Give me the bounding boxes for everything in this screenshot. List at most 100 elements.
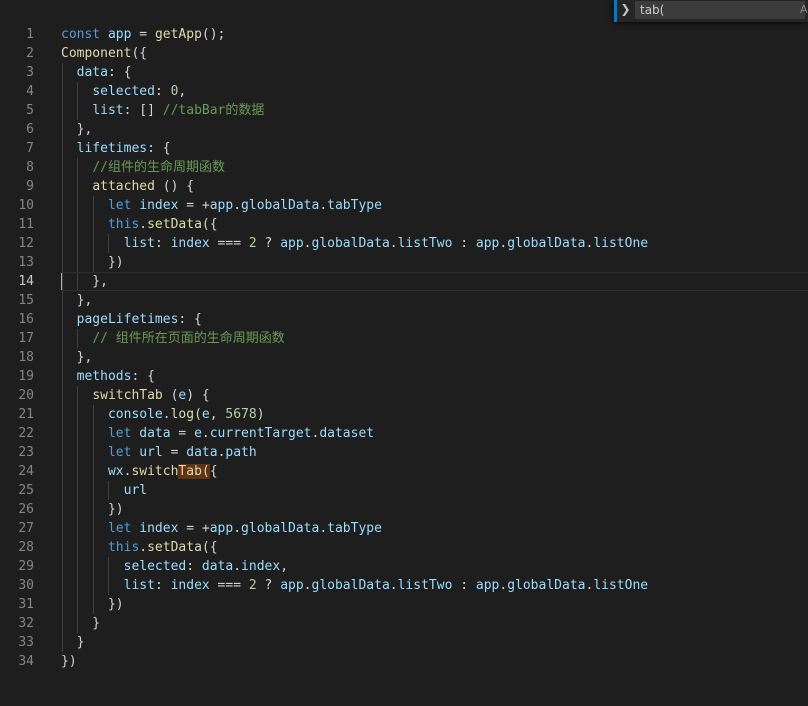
chevron-right-icon[interactable]: ❯ <box>614 0 634 22</box>
code-line[interactable]: }) <box>61 500 808 519</box>
code-token: dataset <box>319 426 375 441</box>
code-token: . <box>139 540 148 555</box>
line-number: 15 <box>18 293 34 308</box>
code-token: index <box>139 521 179 536</box>
code-line[interactable]: this.setData({ <box>61 215 808 234</box>
code-line[interactable]: switchTab (e) { <box>61 386 808 405</box>
code-token: list <box>92 103 124 118</box>
code-token: . <box>233 559 242 574</box>
code-line[interactable]: //组件的生命周期函数 <box>61 158 808 177</box>
code-token: app <box>475 236 500 251</box>
code-token: pageLifetimes <box>76 312 179 327</box>
code-line[interactable]: list: [] //tabBar的数据 <box>61 101 808 120</box>
code-line[interactable]: pageLifetimes: { <box>61 310 808 329</box>
code-line[interactable]: Component({ <box>61 44 808 63</box>
code-token: , <box>209 407 226 422</box>
code-line[interactable]: lifetimes: { <box>61 139 808 158</box>
code-line[interactable]: data: { <box>61 63 808 82</box>
code-line[interactable]: let index = +app.globalData.tabType <box>61 519 808 538</box>
code-text: this.setData({ <box>61 540 218 555</box>
code-line[interactable]: }, <box>61 348 808 367</box>
code-token: === <box>209 236 249 251</box>
code-line[interactable]: }, <box>61 272 808 291</box>
code-token: = + <box>178 521 210 536</box>
code-line[interactable]: let url = data.path <box>61 443 808 462</box>
code-token: path <box>225 445 257 460</box>
code-token: e <box>194 426 202 441</box>
code-line[interactable]: list: index === 2 ? app.globalData.listT… <box>61 576 808 595</box>
line-number: 18 <box>18 350 34 365</box>
code-token: : <box>452 236 476 251</box>
code-line[interactable]: methods: { <box>61 367 808 386</box>
code-text: selected: data.index, <box>61 559 288 574</box>
code-line[interactable]: selected: data.index, <box>61 557 808 576</box>
code-text: methods: { <box>61 369 155 384</box>
code-text: const app = getApp(); <box>61 27 225 42</box>
code-token: //组件的生命周期函数 <box>92 160 225 175</box>
code-text: }) <box>61 597 124 612</box>
code-line[interactable]: }) <box>61 253 808 272</box>
code-line[interactable]: wx.switchTab({ <box>61 462 808 481</box>
line-number: 20 <box>18 388 34 403</box>
code-line[interactable]: }) <box>61 652 808 671</box>
code-line[interactable]: }) <box>61 595 808 614</box>
code-token: app <box>209 198 234 213</box>
code-token: e <box>201 407 210 422</box>
code-token: wx <box>107 464 124 479</box>
code-editor[interactable]: 1 2 3 4 5 6 7 8 9 10 11 12 13 14 15 16 17 18 19 20 21 22 23 24 2… <box>0 0 808 706</box>
code-token: 5678 <box>225 407 257 422</box>
code-token: data <box>76 65 108 80</box>
find-input[interactable] <box>635 1 805 19</box>
line-number: 10 <box>18 198 34 213</box>
code-line[interactable]: }, <box>61 120 808 139</box>
code-text: list: [] //tabBar的数据 <box>61 103 264 118</box>
code-text: }) <box>61 654 77 669</box>
code-text: } <box>61 635 85 650</box>
code-line[interactable]: } <box>61 614 808 633</box>
code-line[interactable]: selected: 0, <box>61 82 808 101</box>
code-line[interactable]: let data = e.currentTarget.dataset <box>61 424 808 443</box>
match-case-toggle[interactable]: A <box>800 1 808 19</box>
code-token: data <box>201 559 234 574</box>
code-token: data <box>186 445 218 460</box>
code-line[interactable]: } <box>61 633 808 652</box>
code-line[interactable]: const app = getApp(); <box>61 25 808 44</box>
code-token: : <box>452 578 476 593</box>
code-token: list <box>123 578 155 593</box>
line-number: 8 <box>26 160 34 175</box>
code-token: setData <box>147 217 202 232</box>
code-token: ) { <box>186 388 210 403</box>
code-line[interactable]: url <box>61 481 808 500</box>
code-token: setData <box>147 540 202 555</box>
line-number: 28 <box>18 540 34 555</box>
code-line[interactable]: }, <box>61 291 808 310</box>
code-text: }, <box>61 350 93 365</box>
code-line[interactable]: list: index === 2 ? app.globalData.listT… <box>61 234 808 253</box>
code-token: app <box>280 578 304 593</box>
code-line[interactable]: attached () { <box>61 177 808 196</box>
code-token: lifetimes <box>76 141 148 156</box>
code-token: let <box>107 198 132 213</box>
code-text: }, <box>61 293 93 308</box>
code-text: }) <box>61 255 124 270</box>
code-line[interactable]: console.log(e, 5678) <box>61 405 808 424</box>
code-token: this <box>107 540 140 555</box>
code-text: lifetimes: { <box>61 141 171 156</box>
code-token: selected <box>123 559 187 574</box>
find-widget: ❯ A <box>614 0 808 22</box>
code-text: }) <box>61 502 124 517</box>
line-number: 4 <box>26 84 34 99</box>
code-line[interactable]: this.setData({ <box>61 538 808 557</box>
code-line[interactable]: // 组件所在页面的生命周期函数 <box>61 329 808 348</box>
code-area[interactable]: const app = getApp(); Component({ data: {… <box>61 25 808 671</box>
code-line[interactable]: let index = +app.globalData.tabType <box>61 196 808 215</box>
